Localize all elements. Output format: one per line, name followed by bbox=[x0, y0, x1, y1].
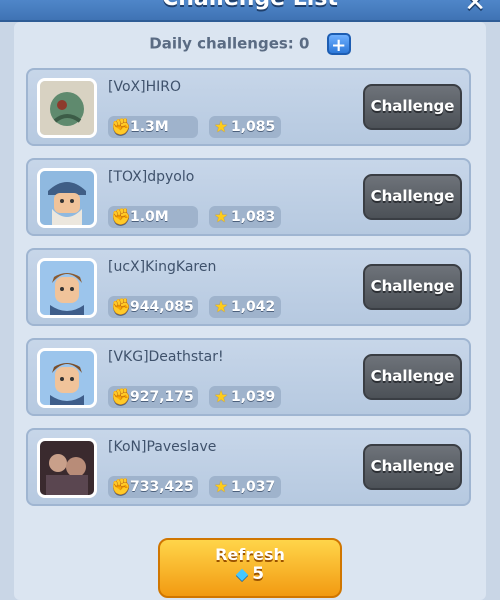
challenge-button[interactable]: Challenge bbox=[363, 444, 462, 490]
player-row: [ucX]KingKaren ✊ 944,085 ★ 1,042 Challen… bbox=[26, 248, 471, 326]
fist-icon: ✊ bbox=[111, 297, 131, 316]
player-name: [KoN]Paveslave bbox=[108, 439, 217, 455]
refresh-label: Refresh bbox=[215, 545, 285, 564]
star-value: 1,037 bbox=[231, 479, 276, 495]
avatar bbox=[37, 168, 97, 228]
trophy-count: ✊ 733,425 bbox=[108, 476, 198, 498]
trophy-value: 927,175 bbox=[130, 389, 194, 405]
trophy-count: ✊ 944,085 bbox=[108, 296, 198, 318]
daily-challenges: Daily challenges: 0 + bbox=[0, 33, 500, 56]
star-icon: ★ bbox=[213, 387, 229, 406]
refresh-cost: ◆ 5 bbox=[160, 564, 340, 584]
close-icon[interactable]: ✕ bbox=[464, 0, 486, 18]
avatar bbox=[37, 348, 97, 408]
trophy-count: ✊ 1.0M bbox=[108, 206, 198, 228]
fist-icon: ✊ bbox=[111, 387, 131, 406]
refresh-button[interactable]: Refresh ◆ 5 bbox=[158, 538, 342, 598]
star-icon: ★ bbox=[213, 117, 229, 136]
page-title: Challenge List bbox=[0, 0, 500, 11]
star-icon: ★ bbox=[213, 477, 229, 496]
star-value: 1,042 bbox=[231, 299, 276, 315]
avatar bbox=[37, 258, 97, 318]
header-bar: Challenge List ✕ bbox=[0, 0, 500, 22]
plus-icon[interactable]: + bbox=[326, 33, 351, 56]
trophy-count: ✊ 1.3M bbox=[108, 116, 198, 138]
player-row: [VoX]HIRO ✊ 1.3M ★ 1,085 Challenge bbox=[26, 68, 471, 146]
star-count: ★ 1,037 bbox=[209, 476, 281, 498]
avatar bbox=[37, 78, 97, 138]
trophy-value: 1.0M bbox=[130, 209, 169, 225]
star-value: 1,039 bbox=[231, 389, 276, 405]
star-value: 1,083 bbox=[231, 209, 276, 225]
player-name: [TOX]dpyolo bbox=[108, 169, 195, 185]
challenge-button[interactable]: Challenge bbox=[363, 264, 462, 310]
star-count: ★ 1,042 bbox=[209, 296, 281, 318]
player-row: [KoN]Paveslave ✊ 733,425 ★ 1,037 Challen… bbox=[26, 428, 471, 506]
challenge-button[interactable]: Challenge bbox=[363, 354, 462, 400]
player-row: [VKG]Deathstar! ✊ 927,175 ★ 1,039 Challe… bbox=[26, 338, 471, 416]
star-icon: ★ bbox=[213, 297, 229, 316]
avatar bbox=[37, 438, 97, 498]
trophy-value: 944,085 bbox=[130, 299, 194, 315]
star-count: ★ 1,085 bbox=[209, 116, 281, 138]
star-count: ★ 1,039 bbox=[209, 386, 281, 408]
diamond-icon: ◆ bbox=[235, 564, 249, 583]
trophy-count: ✊ 927,175 bbox=[108, 386, 198, 408]
player-name: [VKG]Deathstar! bbox=[108, 349, 224, 365]
trophy-value: 1.3M bbox=[130, 119, 169, 135]
refresh-cost-value: 5 bbox=[252, 564, 265, 584]
trophy-value: 733,425 bbox=[130, 479, 194, 495]
fist-icon: ✊ bbox=[111, 117, 131, 136]
daily-challenges-label: Daily challenges: 0 bbox=[149, 34, 310, 53]
star-value: 1,085 bbox=[231, 119, 276, 135]
player-list: [VoX]HIRO ✊ 1.3M ★ 1,085 Challenge [TOX]… bbox=[26, 68, 471, 518]
player-name: [VoX]HIRO bbox=[108, 79, 181, 95]
player-row: [TOX]dpyolo ✊ 1.0M ★ 1,083 Challenge bbox=[26, 158, 471, 236]
player-name: [ucX]KingKaren bbox=[108, 259, 217, 275]
fist-icon: ✊ bbox=[111, 207, 131, 226]
challenge-button[interactable]: Challenge bbox=[363, 84, 462, 130]
star-icon: ★ bbox=[213, 207, 229, 226]
star-count: ★ 1,083 bbox=[209, 206, 281, 228]
challenge-button[interactable]: Challenge bbox=[363, 174, 462, 220]
fist-icon: ✊ bbox=[111, 477, 131, 496]
